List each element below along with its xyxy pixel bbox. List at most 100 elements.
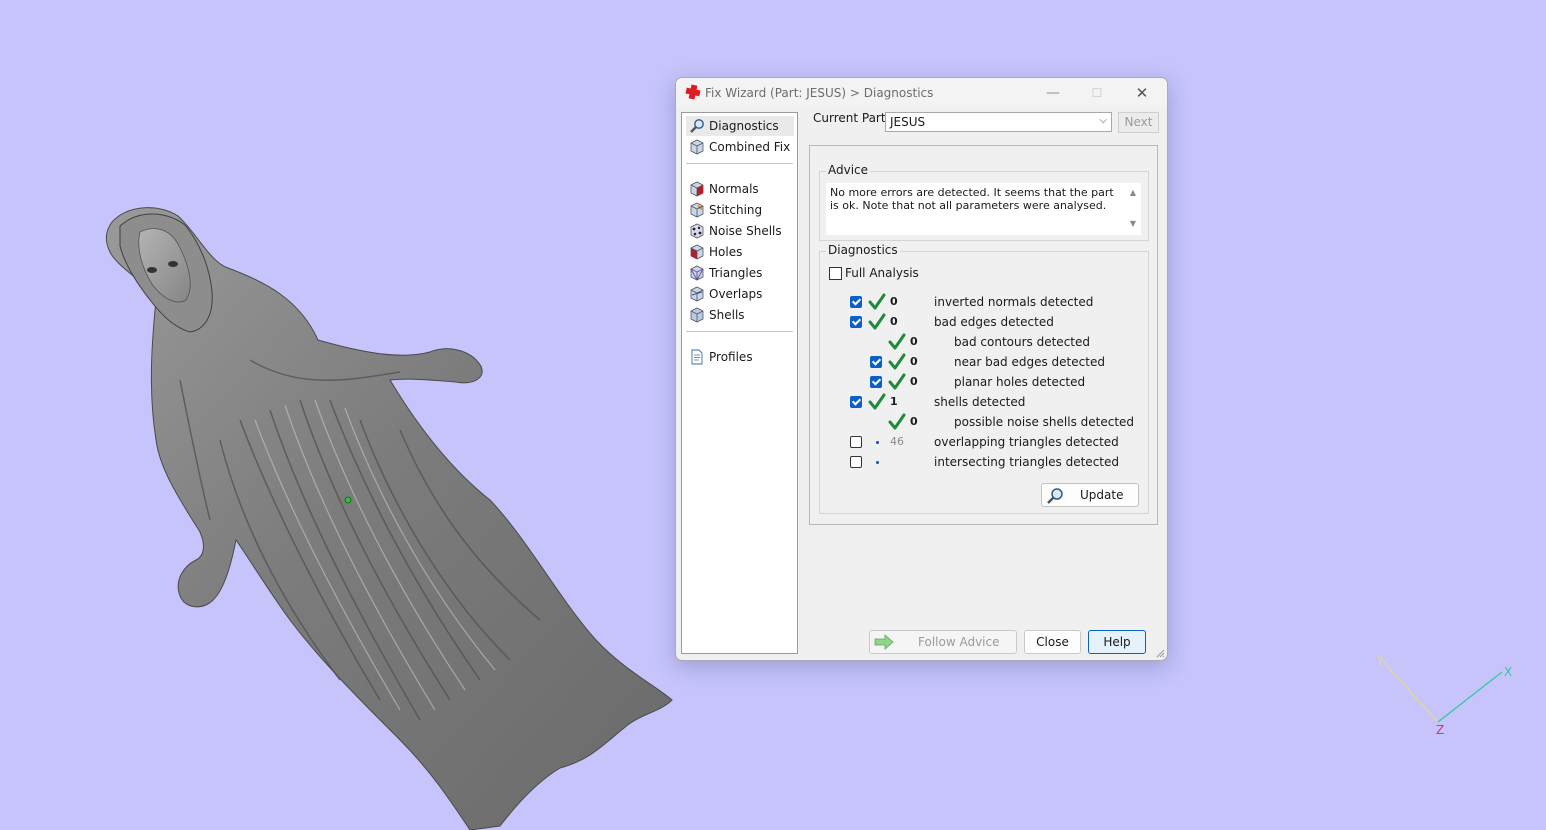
- advice-text: No more errors are detected. It seems th…: [830, 186, 1114, 212]
- shells-cube-icon: [690, 307, 704, 323]
- diagnostic-row: 0 planar holes detected: [820, 373, 1140, 392]
- magnifier-icon: [1047, 488, 1063, 504]
- diagnostics-title: Diagnostics: [826, 243, 900, 257]
- red-cross-icon: [685, 84, 701, 100]
- row-count: 46: [890, 435, 904, 448]
- advice-textbox[interactable]: No more errors are detected. It seems th…: [826, 183, 1141, 235]
- noise-shells-icon: [690, 223, 704, 239]
- diagnostic-row: 0 near bad edges detected: [820, 353, 1140, 372]
- row-label: bad edges detected: [934, 315, 1054, 329]
- nav-label: Combined Fix: [709, 140, 791, 154]
- update-label: Update: [1080, 488, 1124, 502]
- maximize-button[interactable]: ☐: [1081, 82, 1113, 104]
- checkbox-box: [829, 267, 842, 280]
- diagnostic-row: 46 overlapping triangles detected: [820, 434, 1140, 452]
- green-check-icon: [868, 293, 886, 310]
- nav-label: Profiles: [709, 350, 753, 364]
- nav-label: Shells: [709, 308, 745, 322]
- row-checkbox[interactable]: [870, 356, 882, 368]
- row-count: 0: [910, 335, 918, 348]
- diagnostic-row: intersecting triangles detected: [820, 454, 1140, 472]
- diagnostic-row: 0 possible noise shells detected: [820, 413, 1140, 432]
- pending-dot-icon: [876, 461, 879, 464]
- magnifier-icon: [690, 119, 704, 133]
- nav-divider: [686, 163, 793, 164]
- green-check-icon: [868, 313, 886, 330]
- row-count: 0: [910, 375, 918, 388]
- holes-cube-icon: [690, 244, 704, 260]
- update-button[interactable]: Update: [1041, 483, 1139, 507]
- nav-label: Overlaps: [709, 287, 763, 301]
- nav-label: Triangles: [709, 266, 763, 280]
- help-button[interactable]: Help: [1088, 630, 1146, 654]
- nav-label: Holes: [709, 245, 743, 259]
- minimize-button[interactable]: —: [1037, 82, 1069, 104]
- green-check-icon: [888, 333, 906, 350]
- row-checkbox[interactable]: [850, 396, 862, 408]
- current-part-label: Current Part:: [813, 111, 890, 125]
- axis-triad: Y X Z: [1375, 653, 1512, 737]
- follow-advice-label: Follow Advice: [918, 635, 1000, 649]
- nav-label: Stitching: [709, 203, 763, 217]
- next-button[interactable]: Next: [1118, 112, 1159, 133]
- diagnostic-row: 0 bad edges detected: [820, 313, 1140, 332]
- nav-divider: [686, 331, 793, 332]
- pending-dot-icon: [876, 441, 879, 444]
- row-label: possible noise shells detected: [954, 415, 1135, 429]
- green-arrow-icon: [874, 634, 894, 650]
- row-checkbox[interactable]: [850, 316, 862, 328]
- window-close-button[interactable]: ✕: [1126, 82, 1158, 104]
- diagnostics-panel: Advice No more errors are detected. It s…: [809, 145, 1158, 525]
- row-count: 0: [890, 315, 898, 328]
- row-checkbox[interactable]: [850, 296, 862, 308]
- chevron-down-icon: ⌵: [1099, 115, 1107, 126]
- overlaps-cube-icon: [690, 286, 704, 302]
- row-count: 0: [890, 295, 898, 308]
- statue-model: [105, 207, 673, 830]
- row-count: 0: [910, 415, 918, 428]
- diagnostic-row: 1 shells detected: [820, 393, 1140, 412]
- diagnostic-row: 0 inverted normals detected: [820, 293, 1140, 312]
- title-bar[interactable]: Fix Wizard (Part: JESUS) > Diagnostics —…: [676, 78, 1167, 107]
- close-button[interactable]: Close: [1024, 630, 1081, 654]
- stitching-cube-icon: [690, 202, 704, 218]
- scroll-up-icon[interactable]: ▲: [1130, 188, 1136, 197]
- green-check-icon: [888, 413, 906, 430]
- axis-y-label: Y: [1375, 653, 1384, 667]
- row-count: 0: [910, 355, 918, 368]
- row-checkbox[interactable]: [850, 456, 862, 468]
- row-label: intersecting triangles detected: [934, 455, 1119, 469]
- advice-group: Advice No more errors are detected. It s…: [819, 163, 1149, 241]
- axis-x-label: X: [1504, 665, 1512, 679]
- green-check-icon: [888, 353, 906, 370]
- green-check-icon: [888, 373, 906, 390]
- row-label: planar holes detected: [954, 375, 1086, 389]
- window-title: Fix Wizard (Part: JESUS) > Diagnostics: [705, 86, 934, 100]
- axis-z-label: Z: [1436, 723, 1444, 737]
- row-label: near bad edges detected: [954, 355, 1105, 369]
- row-checkbox[interactable]: [870, 376, 882, 388]
- nav-label: Noise Shells: [709, 224, 782, 238]
- row-checkbox[interactable]: [850, 436, 862, 448]
- follow-advice-button[interactable]: Follow Advice: [869, 630, 1017, 654]
- scroll-down-icon[interactable]: ▼: [1130, 219, 1136, 228]
- row-count: 1: [890, 395, 898, 408]
- nav-item-diagnostics[interactable]: Diagnostics: [686, 116, 794, 136]
- current-part-select[interactable]: JESUS ⌵: [885, 112, 1112, 132]
- triangles-cube-icon: [690, 265, 704, 281]
- resize-grip-icon[interactable]: [1155, 648, 1165, 658]
- diagnostic-row: 0 bad contours detected: [820, 333, 1140, 352]
- diagnostics-group: Diagnostics Full Analysis 0 inverted norm…: [819, 243, 1149, 514]
- nav-label: Normals: [709, 182, 759, 196]
- green-check-icon: [868, 393, 886, 410]
- wizard-nav: Diagnostics Combined Fix Normals Stitchi…: [681, 112, 798, 654]
- cube-icon: [690, 139, 704, 155]
- row-label: inverted normals detected: [934, 295, 1094, 309]
- fix-wizard-dialog: Fix Wizard (Part: JESUS) > Diagnostics —…: [675, 77, 1168, 661]
- full-analysis-label: Full Analysis: [845, 266, 919, 280]
- nav-label: Diagnostics: [709, 119, 779, 133]
- normals-cube-icon: [690, 181, 704, 197]
- row-label: bad contours detected: [954, 335, 1090, 349]
- document-icon: [691, 349, 703, 365]
- row-label: overlapping triangles detected: [934, 435, 1119, 449]
